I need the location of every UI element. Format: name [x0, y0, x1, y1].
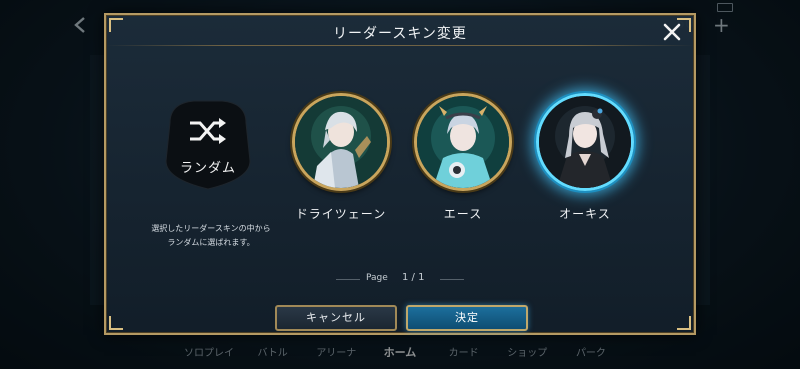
pager-rule [336, 279, 360, 280]
pager-rule [440, 279, 464, 280]
random-description: 選択したリーダースキンの中から ランダムに選ばれます。 [151, 224, 271, 247]
frame-corner [677, 316, 691, 330]
pager-value: 1 / 1 [402, 272, 425, 283]
skin-name: エース [443, 207, 483, 221]
skin-portrait [292, 93, 390, 191]
leader-skin-dialog: リーダースキン変更 ランダム 選択したリーダースキンの中から ランダムに選ばれま… [104, 13, 696, 335]
shuffle-icon [190, 118, 226, 144]
frame-corner [109, 316, 123, 330]
cancel-button[interactable]: キャンセル [275, 305, 397, 331]
character-portrait-image [417, 96, 509, 188]
skin-card-orchis[interactable]: オーキス [532, 93, 638, 222]
skin-card-dreizehn[interactable]: ドライツェーン [288, 93, 394, 222]
dialog-title: リーダースキン変更 [333, 26, 467, 42]
character-portrait-image [295, 96, 387, 188]
pager-label: Page [366, 273, 388, 283]
character-portrait-image [539, 96, 631, 188]
random-skin-option[interactable]: ランダム [150, 89, 266, 191]
skin-portrait [536, 93, 634, 191]
skin-card-ace[interactable]: エース [410, 93, 516, 222]
skin-name: ドライツェーン [295, 207, 387, 221]
confirm-button[interactable]: 決定 [406, 305, 528, 331]
skin-portrait [414, 93, 512, 191]
close-icon[interactable] [660, 20, 684, 44]
skin-name: オーキス [559, 207, 611, 221]
random-label: ランダム [179, 161, 236, 176]
title-divider [106, 45, 694, 46]
page-indicator: Page 1 / 1 [336, 272, 466, 286]
